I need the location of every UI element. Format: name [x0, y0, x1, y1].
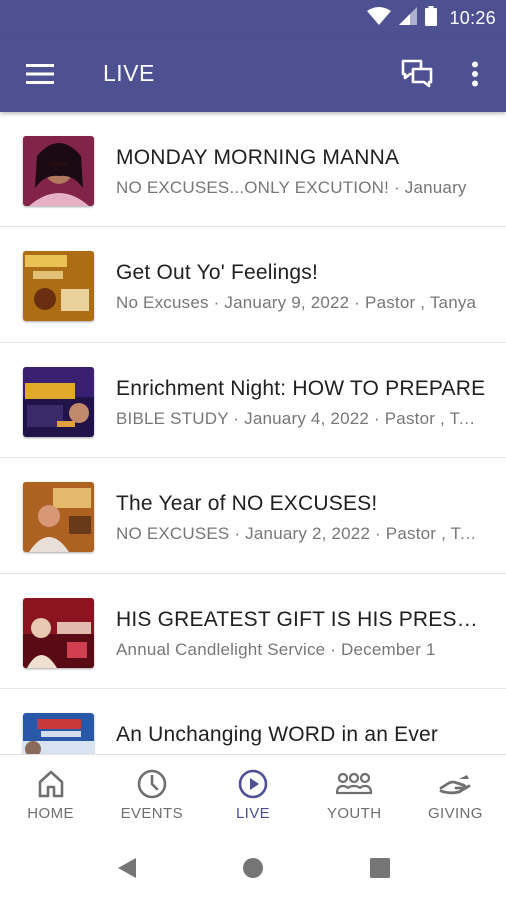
item-title: Get Out Yo' Feelings!: [116, 261, 318, 285]
nav-label: LIVE: [235, 805, 271, 822]
item-subtitle: NO EXCUSES · January 2, 2022 · Pastor , …: [116, 524, 481, 544]
back-triangle-icon: [118, 858, 136, 878]
play-circle-icon: [238, 769, 268, 799]
item-title: The Year of NO EXCUSES!: [116, 492, 378, 516]
home-circle-icon: [243, 858, 263, 878]
item-title: Enrichment Night: HOW TO PREPARE: [116, 376, 486, 400]
system-home-button[interactable]: [238, 854, 268, 882]
system-navigation-bar: [0, 836, 506, 900]
hamburger-menu-icon: [26, 64, 54, 84]
clock-time: 10:26: [449, 7, 496, 28]
status-icons: 10:26: [367, 5, 496, 31]
chat-button[interactable]: [398, 56, 436, 92]
thumbnail-image: [23, 251, 94, 322]
wifi-icon: [367, 6, 392, 30]
home-icon: [38, 770, 63, 798]
item-title: HIS GREATEST GIFT IS HIS PRESENCE: [116, 607, 486, 631]
list-item[interactable]: The Year of NO EXCUSES! NO EXCUSES · Jan…: [0, 458, 506, 574]
nav-label: HOME: [27, 805, 74, 822]
nav-events[interactable]: EVENTS: [101, 755, 202, 836]
recents-square-icon: [370, 858, 390, 878]
thumbnail-image: [23, 136, 94, 206]
nav-youth[interactable]: YOUTH: [304, 755, 405, 836]
list-item[interactable]: An Unchanging WORD in an Ever: [0, 689, 506, 754]
nav-giving[interactable]: GIVING: [405, 755, 506, 836]
thumbnail-image: [23, 597, 94, 668]
nav-label: GIVING: [427, 805, 483, 822]
app-bar: LIVE: [0, 36, 506, 112]
item-title: An Unchanging WORD in an Ever: [116, 722, 439, 746]
thumbnail-image: [23, 712, 94, 754]
cell-signal-icon: [399, 6, 418, 30]
status-bar: 10:26: [0, 0, 506, 36]
list-item[interactable]: HIS GREATEST GIFT IS HIS PRESENCE Annual…: [0, 574, 506, 689]
nav-home[interactable]: HOME: [0, 755, 101, 836]
nav-live[interactable]: LIVE: [202, 755, 303, 836]
chat-bubbles-icon: [401, 59, 433, 88]
battery-icon: [425, 5, 438, 31]
bottom-navigation: HOME EVENTS LIVE YOUTH GIVING: [0, 754, 506, 836]
item-subtitle: BIBLE STUDY · January 4, 2022 · Pastor ,…: [116, 408, 481, 428]
thumbnail-image: [23, 366, 94, 437]
list-item[interactable]: MONDAY MORNING MANNA NO EXCUSES...ONLY E…: [0, 112, 506, 228]
more-vertical-icon: [472, 61, 478, 87]
item-subtitle: Annual Candlelight Service · December 1: [116, 639, 436, 659]
item-subtitle: No Excuses · January 9, 2022 · Pastor , …: [116, 293, 477, 313]
menu-button[interactable]: [22, 58, 58, 90]
live-list: MONDAY MORNING MANNA NO EXCUSES...ONLY E…: [0, 112, 506, 754]
item-subtitle: NO EXCUSES...ONLY EXCUTION! · January: [116, 178, 467, 197]
more-options-button[interactable]: [460, 56, 490, 92]
giving-hand-icon: [440, 775, 471, 795]
item-title: MONDAY MORNING MANNA: [116, 146, 400, 169]
list-item[interactable]: Get Out Yo' Feelings! No Excuses · Janua…: [0, 227, 506, 343]
group-icon: [336, 772, 373, 795]
nav-label: YOUTH: [326, 805, 382, 822]
thumbnail-image: [23, 482, 94, 553]
nav-label: EVENTS: [120, 805, 184, 822]
clock-icon: [137, 769, 167, 799]
list-item[interactable]: Enrichment Night: HOW TO PREPARE BIBLE S…: [0, 343, 506, 459]
page-title: LIVE: [103, 60, 155, 86]
system-recents-button[interactable]: [365, 854, 395, 882]
system-back-button[interactable]: [112, 854, 142, 882]
